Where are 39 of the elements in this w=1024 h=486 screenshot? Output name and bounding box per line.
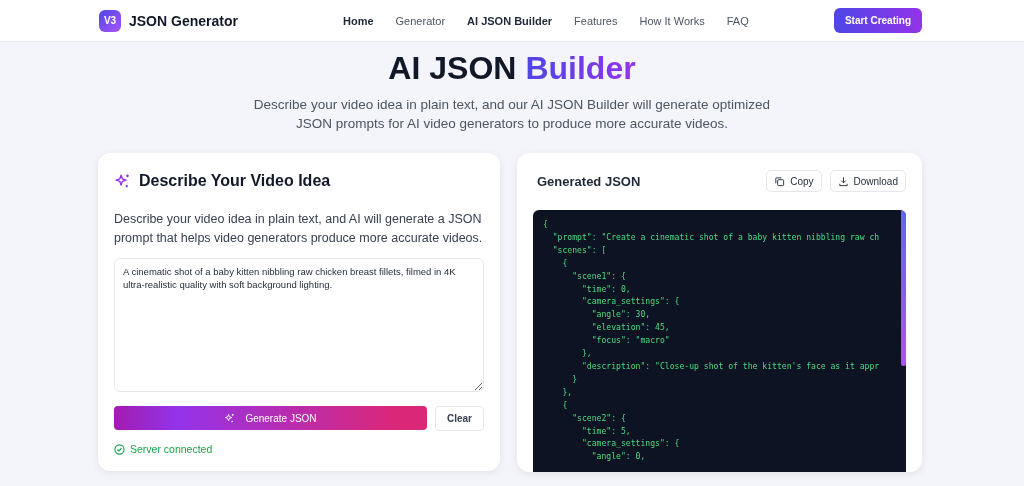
code-line: "time": 5, [580, 424, 631, 438]
nav-link[interactable]: Features [574, 14, 618, 27]
code-line: { [561, 256, 568, 270]
card-title: Generated JSON [536, 173, 642, 189]
brand-name[interactable]: JSON Generator [129, 12, 238, 29]
code-line: "scene2": { [571, 411, 626, 425]
code-line: "time": 0, [580, 282, 631, 296]
code-line: "elevation": 45, [590, 321, 670, 335]
card-description: Describe your video idea in plain text, and AI will generate a JSON prompt that helps video generators produce more accurate videos. [114, 211, 484, 247]
nav-link[interactable]: AI JSON Builder [467, 14, 553, 27]
code-line: "camera_settings": { [580, 295, 680, 309]
code-line: "focus": "macro" [590, 334, 670, 348]
download-button[interactable]: Download [829, 170, 906, 192]
page-subtitle: Describe your video idea in plain text, and our AI JSON Builder will generate optimized JSON prompts for AI video generators to produce more accurate videos. [252, 96, 772, 133]
code-line: "description": "Close-up shot of the kitten's face as it appr [580, 359, 880, 373]
start-creating-button[interactable]: Start Creating [833, 8, 922, 33]
page-title: AI JSON Builder [388, 48, 636, 88]
code-line: } [571, 372, 578, 386]
generate-json-button[interactable]: Generate JSON [114, 406, 427, 430]
code-line: }, [580, 347, 592, 360]
code-line: }, [561, 385, 573, 399]
code-line: "angle": 0, [590, 450, 646, 464]
card-title: Describe Your Video Idea [139, 172, 331, 190]
server-status: Server connected [130, 443, 213, 455]
clear-button[interactable]: Clear [435, 406, 484, 431]
idea-input-field[interactable]: A cinematic shot of a baby kitten nibbling raw chicken breast fillets, filmed in 4K ultra-realistic quality with soft background lighting. [114, 258, 484, 392]
nav-link[interactable]: Generator [395, 14, 446, 27]
code-line: "angle": 30, [590, 308, 651, 322]
code-line: "scene1": { [571, 269, 626, 283]
nav-link[interactable]: Home [343, 14, 374, 27]
code-line: "camera_settings": { [580, 437, 680, 451]
nav-link[interactable]: How It Works [639, 14, 705, 27]
code-line: "prompt": "Create a cinematic shot of a baby kitten nibbling raw ch [551, 230, 880, 244]
logo-badge[interactable]: V3 [99, 9, 121, 32]
code-line: "scenes": [ [551, 243, 607, 257]
copy-button[interactable]: Copy [766, 170, 822, 192]
nav-link[interactable]: FAQ [726, 14, 749, 27]
code-line: { [543, 218, 548, 231]
code-line: { [561, 398, 568, 412]
